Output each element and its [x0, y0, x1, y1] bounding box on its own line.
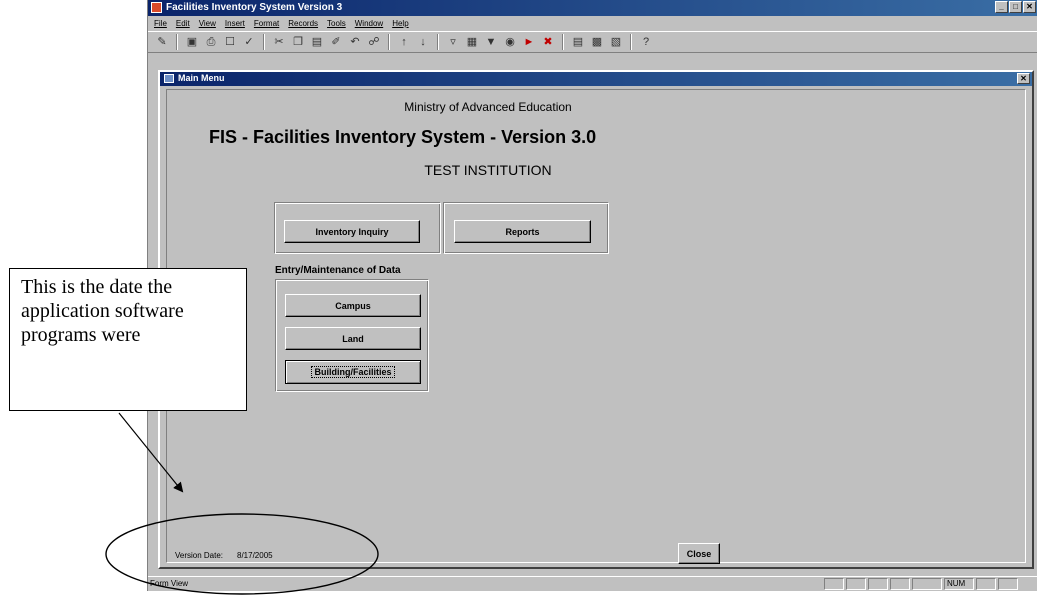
annotation-arrow [118, 412, 184, 493]
annotation-overlay [105, 412, 379, 595]
annotation-ellipse [105, 513, 379, 595]
